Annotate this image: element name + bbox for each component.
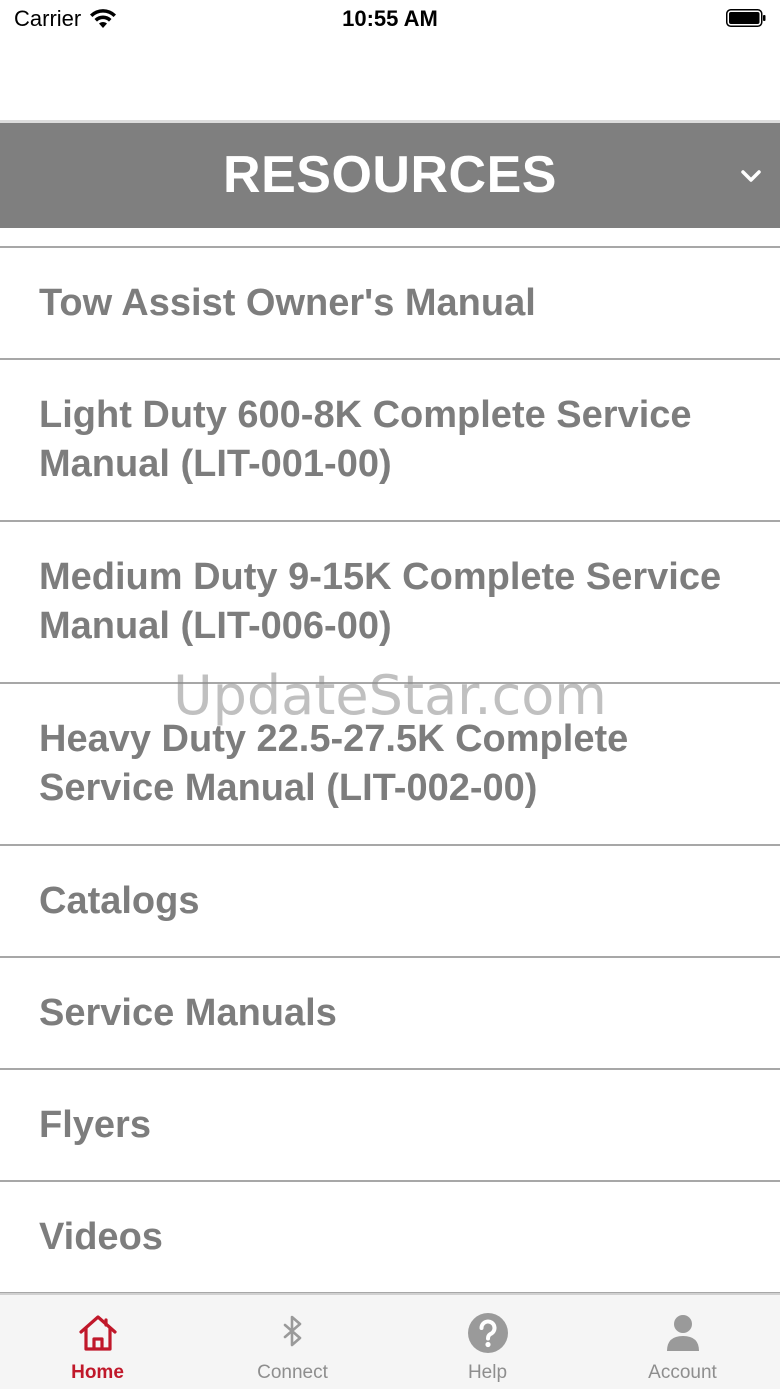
clock: 10:55 AM xyxy=(342,6,438,31)
chevron-down-icon[interactable] xyxy=(738,163,764,189)
tab-label: Connect xyxy=(257,1362,328,1383)
tab-label: Home xyxy=(71,1362,124,1383)
list-item-heavy-duty-manual[interactable]: Heavy Duty 22.5-27.5K Complete Service M… xyxy=(0,684,780,846)
tab-help[interactable]: Help xyxy=(390,1295,585,1389)
help-icon xyxy=(467,1313,508,1353)
list-item-label: Medium Duty 9-15K Complete Service Manua… xyxy=(39,556,722,647)
home-icon xyxy=(78,1315,117,1351)
list-item-label: Catalogs xyxy=(39,879,200,922)
bluetooth-icon xyxy=(283,1315,301,1347)
resources-header[interactable]: RESOURCES xyxy=(0,123,780,228)
list-item-label: Flyers xyxy=(39,1103,151,1146)
list-item-flyers[interactable]: Flyers xyxy=(0,1070,780,1182)
list-item-label: Service Manuals xyxy=(39,991,337,1034)
tab-home[interactable]: Home xyxy=(0,1295,195,1389)
resources-title: RESOURCES xyxy=(223,146,557,204)
list-item-label: Heavy Duty 22.5-27.5K Complete Service M… xyxy=(39,718,629,809)
list-item-label: Light Duty 600-8K Complete Service Manua… xyxy=(39,394,692,485)
tab-label: Help xyxy=(467,1362,508,1383)
resource-list: Tow Assist Owner's Manual Light Duty 600… xyxy=(0,246,780,1294)
tab-connect[interactable]: Connect xyxy=(195,1295,390,1389)
list-item-label: Videos xyxy=(39,1215,163,1258)
list-item-label: Tow Assist Owner's Manual xyxy=(39,281,536,324)
list-item-medium-duty-manual[interactable]: Medium Duty 9-15K Complete Service Manua… xyxy=(0,522,780,684)
tab-account[interactable]: Account xyxy=(585,1295,780,1389)
list-item-light-duty-manual[interactable]: Light Duty 600-8K Complete Service Manua… xyxy=(0,360,780,522)
tab-label: Account xyxy=(648,1362,717,1383)
list-item-catalogs[interactable]: Catalogs xyxy=(0,846,780,958)
list-item-tow-assist-manual[interactable]: Tow Assist Owner's Manual xyxy=(0,248,780,360)
account-icon xyxy=(666,1315,699,1351)
list-item-videos[interactable]: Videos xyxy=(0,1182,780,1294)
battery-icon xyxy=(726,9,766,27)
tab-bar: Home Connect Help Account xyxy=(0,1293,780,1389)
status-bar: Carrier 10:55 AM xyxy=(0,0,780,40)
list-item-service-manuals[interactable]: Service Manuals xyxy=(0,958,780,1070)
